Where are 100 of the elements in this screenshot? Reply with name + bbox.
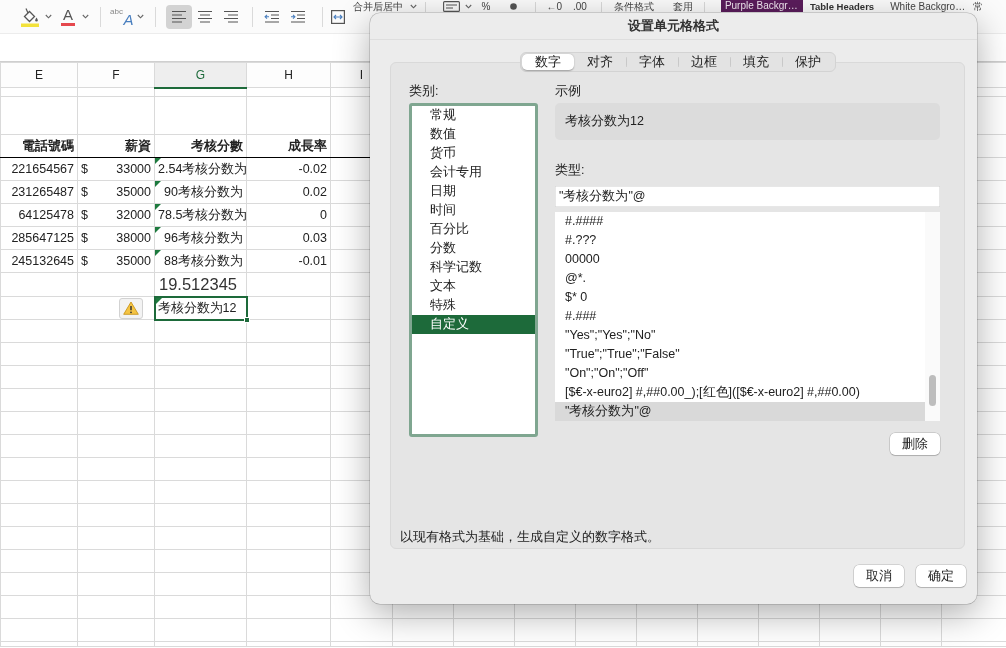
increase-indent-icon[interactable]	[289, 9, 306, 24]
score-text: 2.54考核分数为	[158, 162, 248, 176]
cell-style-item[interactable]: Purple Backgr…	[720, 0, 803, 12]
average-value: 19.512345	[159, 275, 237, 294]
currency-symbol: $	[81, 254, 88, 268]
format-as-table-button[interactable]: 套用	[672, 1, 693, 12]
merge-center-button[interactable]: 合并后居中	[352, 1, 403, 12]
category-item[interactable]: 会计专用	[412, 163, 535, 182]
tab[interactable]: 数字	[521, 54, 574, 70]
category-item[interactable]: 时间	[412, 201, 535, 220]
dot-icon[interactable]	[510, 3, 518, 10]
growth-rate: -0.02	[298, 162, 327, 176]
category-item[interactable]: 自定义	[412, 315, 535, 334]
format-item[interactable]: "Yes";"Yes";"No"	[555, 326, 925, 345]
salary-amount: 32000	[116, 208, 151, 222]
increase-decimal-button[interactable]: .00	[572, 1, 587, 12]
format-item[interactable]: "考核分数为"@	[555, 402, 925, 421]
caret-icon[interactable]	[136, 14, 144, 19]
table-heading: 薪資	[125, 139, 151, 153]
format-item[interactable]: 00000	[555, 250, 925, 269]
category-item[interactable]: 数值	[412, 125, 535, 144]
description-text: 以现有格式为基础，生成自定义的数字格式。	[399, 529, 661, 546]
type-label: 类型:	[555, 162, 586, 178]
currency-symbol: $	[81, 231, 88, 245]
category-item[interactable]: 货币	[412, 144, 535, 163]
currency-symbol: $	[81, 162, 88, 176]
currency-symbol: $	[81, 185, 88, 199]
category-item[interactable]: 分数	[412, 239, 535, 258]
currency-symbol: $	[81, 208, 88, 222]
delete-button[interactable]: 删除	[890, 433, 940, 455]
category-item[interactable]: 科学记数	[412, 258, 535, 277]
decrease-decimal-button[interactable]: ←0	[546, 1, 562, 12]
column-header[interactable]: F	[77, 62, 155, 88]
format-item[interactable]: #.???	[555, 231, 925, 250]
sample-preview: 考核分数为12	[555, 103, 940, 140]
fill-handle[interactable]	[243, 316, 250, 323]
phone-number: 285647125	[11, 231, 74, 245]
caret-icon[interactable]	[82, 14, 89, 19]
number-format-icon[interactable]	[442, 1, 460, 12]
font-color-button[interactable]: A	[61, 7, 75, 26]
type-input-field[interactable]: "考核分数为"@	[555, 186, 940, 207]
format-item[interactable]: "On";"On";"Off"	[555, 364, 925, 383]
category-listbox[interactable]: 常规 数值 货币 会计专用 日期 时间 百分比 分数 科学记数 文本 特殊 自定义	[409, 103, 538, 437]
scrollbar-thumb[interactable]	[929, 375, 936, 406]
selected-cell[interactable]: 考核分数为12	[154, 296, 247, 320]
format-item[interactable]: #.####	[555, 212, 925, 231]
format-item[interactable]: @*.	[555, 269, 925, 288]
score-text: 88考核分数为	[164, 254, 243, 268]
category-label: 类别:	[409, 83, 440, 99]
caret-icon[interactable]	[45, 14, 52, 19]
category-item[interactable]: 百分比	[412, 220, 535, 239]
growth-rate: 0.03	[302, 231, 327, 245]
column-header[interactable]: E	[0, 62, 78, 88]
growth-rate: -0.01	[298, 254, 327, 268]
cell-style-item[interactable]: White Backgro…	[890, 1, 966, 12]
table-heading: 考核分數	[191, 139, 243, 153]
phone-number: 231265487	[11, 185, 74, 199]
align-left-icon[interactable]	[170, 9, 187, 24]
salary-amount: 38000	[116, 231, 151, 245]
score-text: 90考核分数为	[164, 185, 243, 199]
formatted-score: 考核分数为12	[157, 301, 237, 315]
align-right-icon[interactable]	[222, 9, 239, 24]
phone-number: 245132645	[11, 254, 74, 268]
paint-bucket-icon[interactable]	[21, 6, 39, 27]
table-heading: 成長率	[288, 139, 327, 153]
dialog-title: 设置单元格格式	[628, 17, 719, 36]
category-item[interactable]: 特殊	[412, 296, 535, 315]
caret-icon[interactable]	[464, 4, 472, 9]
salary-amount: 33000	[116, 162, 151, 176]
cell-style-item[interactable]: 常	[973, 1, 984, 12]
cell-style-item[interactable]: Table Headers	[809, 1, 875, 12]
align-center-icon[interactable]	[196, 9, 213, 24]
align-left-button[interactable]	[165, 4, 192, 29]
decrease-indent-icon[interactable]	[263, 9, 280, 24]
sample-label: 示例	[555, 83, 582, 99]
caret-icon[interactable]	[409, 4, 417, 9]
ok-button[interactable]: 确定	[916, 565, 966, 587]
format-listbox[interactable]: #.#### #.??? 00000 @*. $* 0 #.### "Yes";"Yes";"No" "True";"True";"False" "On";"On";"Off" [$€-x-euro2] #,##0.00_);[红色]([$€-x-euro2] #,##0.00) "考核分数为"@	[555, 212, 940, 421]
format-item[interactable]: $* 0	[555, 288, 925, 307]
salary-amount: 35000	[116, 254, 151, 268]
category-item[interactable]: 日期	[412, 182, 535, 201]
merge-cells-icon[interactable]	[330, 9, 345, 24]
phone-number: 64125478	[18, 208, 74, 222]
category-item[interactable]: 文本	[412, 277, 535, 296]
growth-rate: 0.02	[302, 185, 327, 199]
format-item[interactable]: [$€-x-euro2] #,##0.00_);[红色]([$€-x-euro2] #,##0.00)	[555, 383, 925, 402]
cancel-button[interactable]: 取消	[854, 565, 904, 587]
scrollbar-track[interactable]	[925, 212, 940, 421]
percent-style-button[interactable]: %	[481, 1, 491, 12]
column-header[interactable]: G	[154, 62, 247, 88]
format-item[interactable]: "True";"True";"False"	[555, 345, 925, 364]
salary-amount: 35000	[116, 185, 151, 199]
format-item[interactable]: #.###	[555, 307, 925, 326]
score-text: 96考核分数为	[164, 231, 243, 245]
column-header[interactable]: H	[246, 62, 331, 88]
category-item[interactable]: 常规	[412, 106, 535, 125]
growth-rate: 0	[320, 208, 327, 222]
table-heading: 電話號碼	[22, 139, 74, 153]
tab[interactable]: 对齐	[573, 54, 626, 70]
conditional-format-button[interactable]: 条件格式	[613, 1, 654, 12]
